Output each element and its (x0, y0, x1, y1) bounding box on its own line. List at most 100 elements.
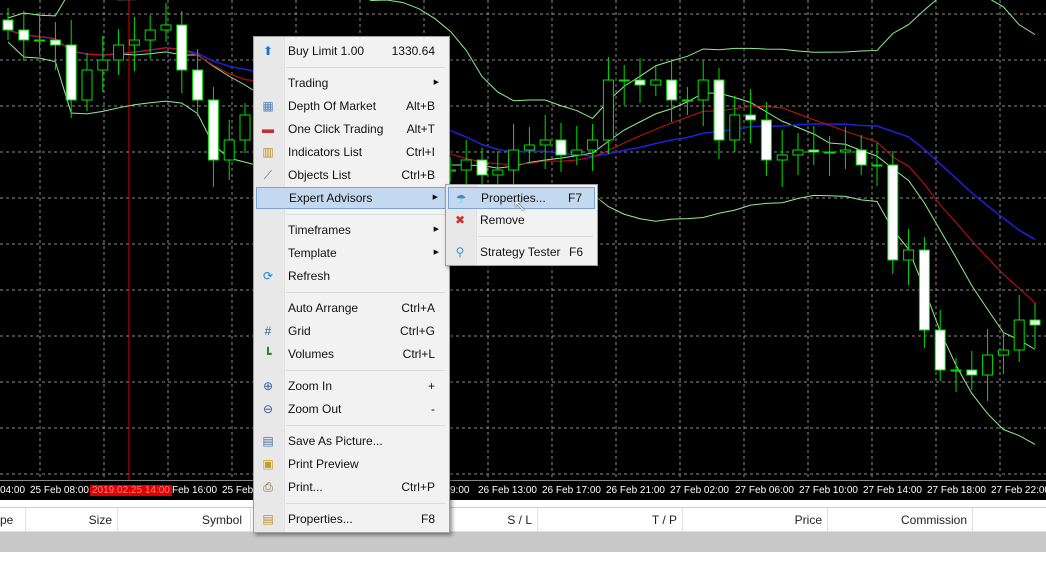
menu-item-shortcut: Ctrl+P (401, 480, 435, 494)
menu-item-shortcut: - (431, 402, 435, 416)
candle-body (792, 149, 804, 156)
time-label: 26 Feb 17:00 (542, 485, 601, 496)
menu-item-save-as-picture[interactable]: ▤ Save As Picture... (256, 430, 447, 452)
menu-item-print[interactable]: ⎙ Print... Ctrl+P (256, 476, 447, 498)
menu-item-template[interactable]: Template ▶ (256, 242, 447, 264)
zoom-in-icon: ⊕ (262, 379, 274, 393)
candle-body (602, 79, 614, 141)
candle-body (34, 39, 46, 42)
menu-item-label: Auto Arrange (288, 301, 359, 315)
candle-body (239, 114, 251, 141)
menu-item-strategy-tester[interactable]: ⚲ Strategy Tester F6 (448, 241, 595, 263)
time-label: 26 Feb 13:00 (478, 485, 537, 496)
column-separator[interactable] (117, 508, 118, 532)
time-label: 27 Feb 14:00 (863, 485, 922, 496)
grid-icon: # (264, 324, 272, 338)
time-label: 27 Feb 18:00 (927, 485, 986, 496)
time-label: 27 Feb 22:00 (991, 485, 1046, 496)
menu-item-label: Zoom Out (288, 402, 342, 416)
arrow-up-icon: ⬆ (262, 44, 274, 58)
column-header[interactable]: pe (0, 513, 13, 527)
menu-item-shortcut: F7 (567, 191, 582, 205)
menu-item-volumes[interactable]: ┗ Volumes Ctrl+L (256, 343, 447, 365)
menu-item-shortcut: F8 (420, 512, 435, 526)
menu-item-shortcut: Alt+B (405, 99, 435, 113)
column-separator[interactable] (682, 508, 683, 532)
menu-item-trading[interactable]: Trading ▶ (256, 72, 447, 94)
column-separator[interactable] (827, 508, 828, 532)
strategy-tester-icon: ⚲ (455, 245, 465, 259)
menu-item-grid[interactable]: # Grid Ctrl+G (256, 320, 447, 342)
menu-item-shortcut: Ctrl+G (399, 324, 435, 338)
column-separator[interactable] (537, 508, 538, 532)
candle-body (49, 39, 61, 46)
column-header[interactable]: Price (722, 513, 822, 527)
menu-item-properties[interactable]: ▤ Properties... F8 (256, 508, 447, 530)
menu-item-buy-limit-1-00[interactable]: ⬆ Buy Limit 1.00 1330.64 (256, 40, 447, 62)
refresh-icon: ⟳ (262, 269, 274, 283)
depth-of-market-icon: ▦ (262, 99, 274, 113)
candle-body (65, 44, 77, 101)
column-separator[interactable] (250, 508, 251, 532)
mouse-cursor-icon: ↖ (513, 198, 527, 215)
menu-item-zoom-out[interactable]: ⊖ Zoom Out - (256, 398, 447, 420)
menu-item-timeframes[interactable]: Timeframes ▶ (256, 219, 447, 241)
menu-item-objects-list[interactable]: ⟋ Objects List Ctrl+B (256, 164, 447, 186)
objects-icon: ⟋ (263, 168, 273, 182)
menu-item-indicators-list[interactable]: ▥ Indicators List Ctrl+I (256, 141, 447, 163)
trade-table-body (0, 532, 1046, 552)
candle-body (745, 114, 757, 121)
menu-item-one-click-trading[interactable]: ▬ One Click Trading Alt+T (256, 118, 447, 140)
menu-item-label: Expert Advisors (289, 191, 373, 205)
candle-body (839, 149, 851, 153)
menu-item-shortcut: 1330.64 (391, 44, 435, 58)
candle-body (571, 149, 583, 156)
menu-item-refresh[interactable]: ⟳ Refresh (256, 265, 447, 287)
column-separator[interactable] (972, 508, 973, 532)
candle-body (760, 119, 772, 161)
menu-item-label: Buy Limit 1.00 (288, 44, 365, 58)
menu-item-print-preview[interactable]: ▣ Print Preview (256, 453, 447, 475)
candle-body (555, 139, 567, 156)
time-label: 25 Feb 08:00 (30, 485, 89, 496)
candle-body (18, 29, 30, 41)
column-header[interactable]: Size (12, 513, 112, 527)
menu-separator (286, 503, 445, 504)
candle-body (618, 79, 630, 82)
column-header[interactable]: Commission (867, 513, 967, 527)
time-label: 27 Feb 06:00 (735, 485, 794, 496)
menu-item-depth-of-market[interactable]: ▦ Depth Of Market Alt+B (256, 95, 447, 117)
candle-body (681, 99, 693, 102)
candle-body (918, 249, 930, 331)
candle-body (855, 149, 867, 166)
candle-body (666, 79, 678, 101)
candle-body (476, 159, 488, 176)
menu-item-shortcut: Ctrl+B (401, 168, 435, 182)
candle-body (982, 354, 994, 376)
candle-body (966, 369, 978, 376)
menu-separator (286, 370, 445, 371)
candle-body (223, 139, 235, 161)
candle-body (824, 151, 836, 154)
time-label: 27 Feb 02:00 (670, 485, 729, 496)
candle-body (81, 69, 93, 101)
candle-body (144, 29, 156, 41)
column-header[interactable]: T / P (577, 513, 677, 527)
submenu-arrow-icon: ▶ (433, 226, 439, 233)
menu-item-auto-arrange[interactable]: Auto Arrange Ctrl+A (256, 297, 447, 319)
menu-item-expert-advisors[interactable]: Expert Advisors ▶ (256, 187, 447, 209)
time-axis: 04:00 25 Feb 08:00 2019.02.25 14:00 Feb 16:… (0, 480, 1046, 500)
zoom-out-icon: ⊖ (262, 402, 274, 416)
candle-body (1029, 319, 1041, 326)
menu-separator (286, 67, 445, 68)
submenu-arrow-icon: ▶ (433, 79, 439, 86)
properties-icon: ▤ (262, 512, 274, 526)
indicators-icon: ▥ (262, 145, 274, 159)
menu-item-shortcut: Ctrl+A (401, 301, 435, 315)
time-label: 9:00 (450, 485, 470, 496)
column-header[interactable]: Symbol (142, 513, 242, 527)
menu-item-zoom-in[interactable]: ⊕ Zoom In + (256, 375, 447, 397)
candle-body (776, 154, 788, 161)
menu-item-label: Depth Of Market (288, 99, 377, 113)
menu-separator (478, 236, 593, 237)
